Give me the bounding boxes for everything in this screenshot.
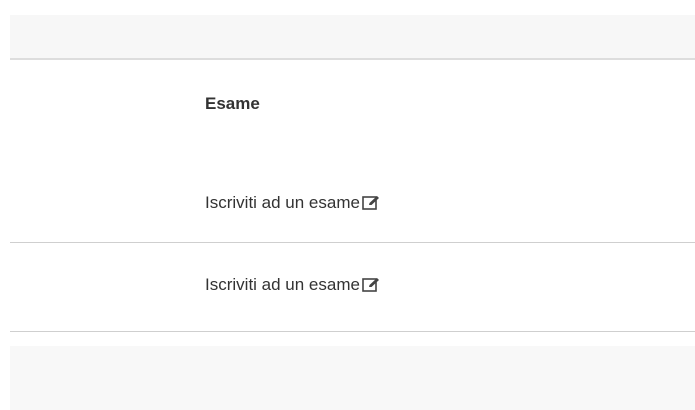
exams-table: Esame Iscriviti ad un esame Iscriviti ad…: [10, 60, 695, 332]
edit-icon: [362, 278, 379, 292]
enroll-exam-label: Iscriviti ad un esame: [205, 193, 360, 212]
table-row: Iscriviti ad un esame: [10, 150, 695, 243]
page: Esame Iscriviti ad un esame Iscriviti ad…: [0, 0, 695, 410]
enroll-exam-link[interactable]: Iscriviti ad un esame: [205, 193, 380, 213]
table-header-row: Esame: [10, 60, 695, 150]
bottom-band: [10, 346, 695, 410]
enroll-exam-label: Iscriviti ad un esame: [205, 275, 360, 294]
edit-icon: [362, 196, 379, 210]
column-header-esame: Esame: [205, 94, 260, 113]
table-row: Iscriviti ad un esame: [10, 243, 695, 332]
enroll-exam-link[interactable]: Iscriviti ad un esame: [205, 275, 380, 295]
top-band: [10, 15, 695, 58]
